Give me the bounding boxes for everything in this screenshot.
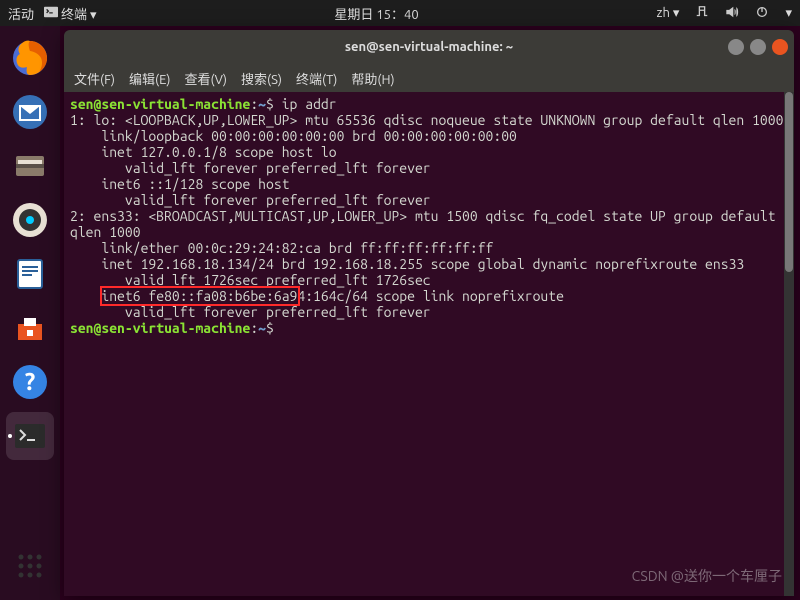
terminal-window: sen@sen-virtual-machine: ~ 文件(F) 编辑(E) 查…	[64, 30, 794, 596]
output-line: link/ether 00:0c:29:24:82:ca brd ff:ff:f…	[70, 240, 493, 256]
window-title: sen@sen-virtual-machine: ~	[64, 40, 794, 54]
app-indicator-label: 终端	[61, 8, 87, 22]
gnome-top-panel: 活动 终端 ▾ 星期日 15：40 zh ▾ ▾	[0, 0, 800, 26]
dock-help[interactable]: ?	[6, 358, 54, 406]
app-indicator[interactable]: 终端 ▾	[44, 4, 97, 23]
network-icon[interactable]	[695, 5, 709, 22]
output-line: inet 127.0.0.1/8 scope host lo	[70, 144, 337, 160]
output-line: 2: ens33: <BROADCAST,MULTICAST,UP,LOWER_…	[70, 208, 783, 240]
output-line: valid_lft forever preferred_lft forever	[70, 192, 431, 208]
software-center-icon	[10, 308, 50, 348]
dock: ?	[0, 26, 60, 600]
command: ip addr	[282, 96, 337, 112]
output-line: inet6 fe80::fa08:b6be:6a94:164c/64 scope…	[70, 288, 572, 304]
menu-help[interactable]: 帮助(H)	[351, 69, 394, 88]
activities-button[interactable]: 活动	[8, 4, 34, 23]
thunderbird-icon	[10, 92, 50, 132]
terminal-output[interactable]: sen@sen-virtual-machine:~$ ip addr 1: lo…	[64, 92, 794, 596]
show-applications-button[interactable]	[0, 542, 60, 590]
libreoffice-writer-icon	[10, 254, 50, 294]
terminal-small-icon	[44, 5, 58, 19]
window-close-button[interactable]	[772, 39, 788, 55]
window-minimize-button[interactable]	[728, 39, 744, 55]
menubar: 文件(F) 编辑(E) 查看(V) 搜索(S) 终端(T) 帮助(H)	[64, 64, 794, 92]
firefox-icon	[10, 38, 50, 78]
menu-search[interactable]: 搜索(S)	[241, 69, 282, 88]
terminal-icon	[10, 416, 50, 456]
rhythmbox-icon	[10, 200, 50, 240]
dock-terminal[interactable]	[6, 412, 54, 460]
menu-file[interactable]: 文件(F)	[74, 69, 115, 88]
menu-terminal[interactable]: 终端(T)	[296, 69, 337, 88]
output-line: valid_lft 1726sec preferred_lft 1726sec	[70, 272, 431, 288]
prompt-user: sen@sen-virtual-machine	[70, 96, 250, 112]
svg-text:?: ?	[25, 368, 36, 395]
help-icon: ?	[10, 362, 50, 402]
power-icon[interactable]	[755, 5, 769, 22]
terminal-scrollbar[interactable]	[784, 92, 794, 596]
output-line: 1: lo: <LOOPBACK,UP,LOWER_UP> mtu 65536 …	[70, 112, 783, 128]
volume-icon[interactable]	[725, 5, 739, 22]
prompt-user: sen@sen-virtual-machine	[70, 320, 250, 336]
scrollbar-thumb[interactable]	[785, 92, 793, 272]
dock-rhythmbox[interactable]	[6, 196, 54, 244]
apps-grid-icon	[16, 552, 44, 580]
prompt-path: ~	[258, 320, 266, 336]
dock-firefox[interactable]	[6, 34, 54, 82]
clock[interactable]: 星期日 15：40	[97, 4, 657, 23]
files-icon	[10, 146, 50, 186]
output-line: link/loopback 00:00:00:00:00:00 brd 00:0…	[70, 128, 517, 144]
prompt-path: ~	[258, 96, 266, 112]
window-titlebar[interactable]: sen@sen-virtual-machine: ~	[64, 30, 794, 64]
window-maximize-button[interactable]	[750, 39, 766, 55]
input-method-indicator[interactable]: zh ▾	[657, 6, 680, 21]
watermark: CSDN @送你一个车厘子	[632, 566, 782, 586]
output-line: inet6 ::1/128 scope host	[70, 176, 297, 192]
output-line: inet 192.168.18.134/24 brd 192.168.18.25…	[70, 256, 744, 272]
dock-thunderbird[interactable]	[6, 88, 54, 136]
dock-software[interactable]	[6, 304, 54, 352]
dock-files[interactable]	[6, 142, 54, 190]
system-menu-caret[interactable]: ▾	[785, 6, 792, 21]
output-line: valid_lft forever preferred_lft forever	[70, 160, 431, 176]
menu-view[interactable]: 查看(V)	[185, 69, 227, 88]
menu-edit[interactable]: 编辑(E)	[129, 69, 170, 88]
output-line: valid_lft forever preferred_lft forever	[70, 304, 431, 320]
dock-writer[interactable]	[6, 250, 54, 298]
